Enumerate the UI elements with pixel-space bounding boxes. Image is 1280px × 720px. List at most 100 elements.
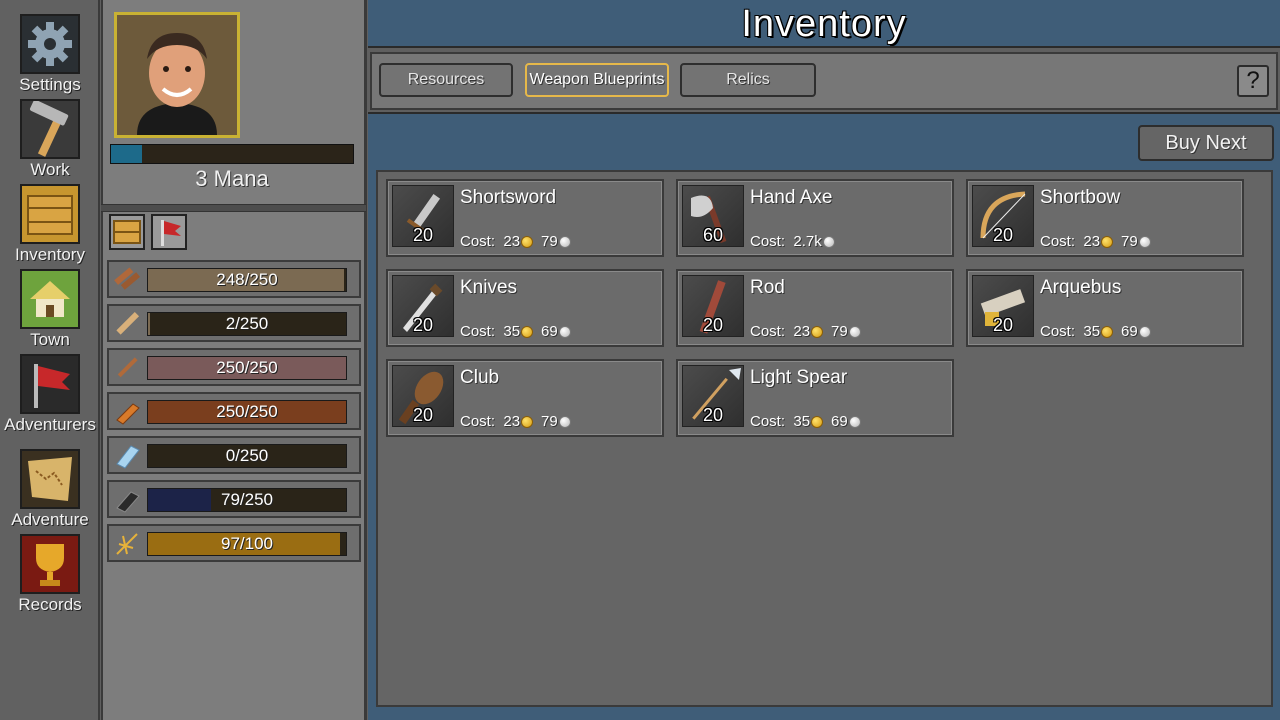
blueprint-card-rod[interactable]: 20 Rod Cost: 23 79 — [676, 269, 954, 347]
nav-label: Work — [30, 160, 70, 179]
silver-cost: 79 — [1121, 233, 1138, 250]
gold-coin-icon — [811, 325, 824, 338]
cost-label: Cost: — [1040, 323, 1076, 340]
equipment-slot-axe[interactable] — [151, 214, 187, 250]
resource-amount: 79/250 — [221, 490, 273, 509]
resource-bar: 248/250 — [147, 268, 347, 292]
blueprint-quantity: 20 — [412, 225, 434, 245]
hammer-icon — [20, 99, 80, 159]
stick-icon — [113, 354, 141, 382]
cost-label: Cost: — [1040, 233, 1076, 250]
equipment-slot-crate[interactable] — [109, 214, 145, 250]
resource-bar: 250/250 — [147, 400, 347, 424]
blueprint-card-light-spear[interactable]: 20 Light Spear Cost: 35 69 — [676, 359, 954, 437]
nav-adventurers[interactable]: Adventurers — [0, 354, 100, 434]
gold-cost: 23 — [793, 323, 811, 340]
blueprint-quantity: 20 — [412, 405, 434, 425]
nav-label: Adventure — [11, 510, 89, 529]
resource-row: 250/250 — [107, 348, 361, 386]
blueprint-cost: Cost: 2.7k — [750, 233, 835, 250]
nav-town[interactable]: Town — [0, 269, 100, 349]
mana-label: 3 Mana — [195, 166, 269, 191]
main-nav: Settings Work Inventory Town Adventurers… — [0, 0, 100, 720]
silver-coin-icon — [558, 235, 571, 248]
iron-bar-icon — [113, 486, 141, 514]
silver-cost: 79 — [541, 413, 558, 430]
blueprint-name: Knives — [460, 277, 518, 298]
silver-coin-icon — [558, 325, 571, 338]
nav-adventure[interactable]: Adventure — [0, 449, 100, 529]
blueprint-quantity: 20 — [992, 225, 1014, 245]
tab-relics[interactable]: Relics — [680, 63, 816, 97]
silver-coin-icon — [822, 235, 835, 248]
nav-label: Inventory — [15, 245, 85, 264]
mana-bar-fill — [111, 145, 143, 163]
blueprint-quantity: 60 — [702, 225, 724, 245]
resource-row: 250/250 — [107, 392, 361, 430]
silver-cost: 69 — [831, 413, 848, 430]
blueprint-cost: Cost: 23 79 — [460, 233, 571, 250]
cost-label: Cost: — [750, 233, 786, 250]
tab-weapon-blueprints[interactable]: Weapon Blueprints — [525, 63, 669, 97]
crate-icon — [113, 220, 141, 244]
nav-label: Adventurers — [4, 415, 96, 434]
nav-settings[interactable]: Settings — [0, 14, 100, 94]
blueprint-name: Shortsword — [460, 187, 557, 208]
axe-flag-icon — [161, 220, 181, 246]
gold-coin-icon — [1101, 235, 1114, 248]
gold-cost: 23 — [503, 413, 521, 430]
gear-icon — [20, 14, 80, 74]
nav-label: Settings — [19, 75, 81, 94]
resource-amount: 0/250 — [225, 446, 269, 465]
mana-bar — [110, 144, 354, 164]
blueprint-card-knives[interactable]: 20 Knives Cost: 35 69 — [386, 269, 664, 347]
logs-icon — [113, 266, 141, 294]
blueprint-card-arquebus[interactable]: 20 Arquebus Cost: 35 69 — [966, 269, 1244, 347]
trophy-icon — [20, 534, 80, 594]
gold-coin-icon — [521, 235, 534, 248]
blueprint-cost: Cost: 23 79 — [1040, 233, 1151, 250]
gold-coin-icon — [521, 325, 534, 338]
blueprint-card-shortsword[interactable]: 20 Shortsword Cost: 23 79 — [386, 179, 664, 257]
blueprint-name: Hand Axe — [750, 187, 833, 208]
blueprint-cost: Cost: 35 69 — [460, 323, 571, 340]
resource-bar: 97/100 — [147, 532, 347, 556]
blueprint-card-shortbow[interactable]: 20 Shortbow Cost: 23 79 — [966, 179, 1244, 257]
blueprint-name: Arquebus — [1040, 277, 1122, 298]
resource-row: 0/250 — [107, 436, 361, 474]
blueprint-name: Light Spear — [750, 367, 848, 388]
silver-cost: 79 — [831, 323, 848, 340]
portrait-image — [117, 15, 237, 135]
plank-icon — [113, 310, 141, 338]
silver-coin-icon — [1138, 235, 1151, 248]
nav-label: Records — [18, 595, 82, 614]
gold-coin-icon — [521, 415, 534, 428]
gold-coin-icon — [811, 415, 824, 428]
blueprint-cost: Cost: 35 69 — [1040, 323, 1151, 340]
blueprint-card-club[interactable]: 20 Club Cost: 23 79 — [386, 359, 664, 437]
silver-coin-icon — [1138, 325, 1151, 338]
cost-label: Cost: — [750, 413, 786, 430]
blueprint-cost: Cost: 23 79 — [750, 323, 861, 340]
gold-cost: 35 — [1083, 323, 1101, 340]
nav-work[interactable]: Work — [0, 99, 100, 179]
nav-label: Town — [30, 330, 70, 349]
tab-resources[interactable]: Resources — [379, 63, 513, 97]
nav-records[interactable]: Records — [0, 534, 100, 614]
silver-coin-icon — [558, 415, 571, 428]
help-button[interactable]: ? — [1237, 65, 1269, 97]
blueprint-card-hand-axe[interactable]: 60 Hand Axe Cost: 2.7k — [676, 179, 954, 257]
map-icon — [20, 449, 80, 509]
gold-cost: 23 — [503, 233, 521, 250]
gold-coin-icon — [1101, 325, 1114, 338]
character-portrait[interactable] — [114, 12, 240, 138]
silver-cost: 69 — [1121, 323, 1138, 340]
silver-cost: 79 — [541, 233, 558, 250]
cost-label: Cost: — [460, 413, 496, 430]
resource-row: 79/250 — [107, 480, 361, 518]
blueprint-name: Club — [460, 367, 500, 388]
nav-inventory[interactable]: Inventory — [0, 184, 100, 264]
blueprint-name: Rod — [750, 277, 785, 298]
buy-next-button[interactable]: Buy Next — [1138, 125, 1274, 161]
resource-row: 248/250 — [107, 260, 361, 298]
